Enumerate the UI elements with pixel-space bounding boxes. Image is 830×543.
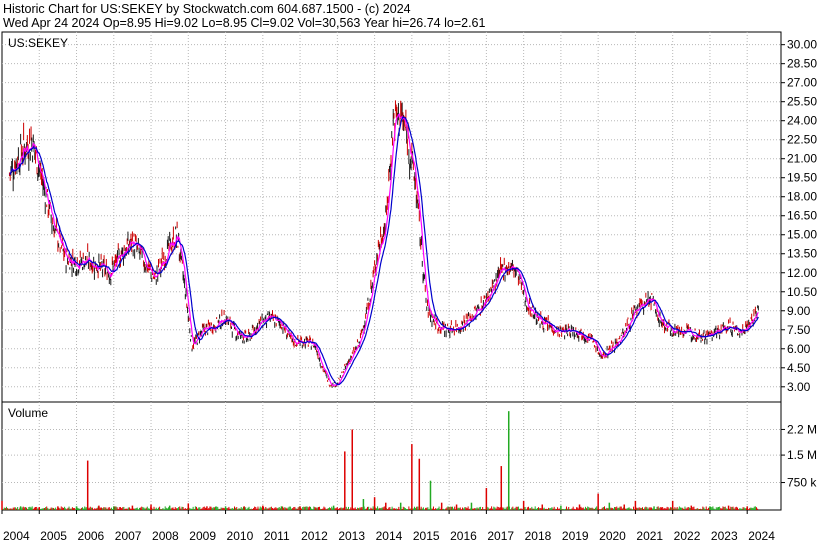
volume-panel-title: Volume [8, 406, 48, 420]
x-tick-label: 2006 [78, 529, 105, 543]
x-tick-label: 2024 [748, 529, 775, 543]
price-tick-label: 7.50 [787, 323, 811, 337]
volume-tick-label: 1.5 M [787, 448, 817, 462]
x-tick-label: 2022 [674, 529, 701, 543]
x-tick-label: 2008 [152, 529, 179, 543]
price-tick-label: 10.50 [787, 285, 817, 299]
price-tick-label: 16.50 [787, 209, 817, 223]
x-tick-label: 2020 [599, 529, 626, 543]
price-tick-label: 3.00 [787, 380, 811, 394]
price-tick-label: 15.00 [787, 228, 817, 242]
x-tick-label: 2014 [376, 529, 403, 543]
price-tick-label: 30.00 [787, 38, 817, 52]
x-tick-label: 2018 [525, 529, 552, 543]
price-tick-label: 4.50 [787, 361, 811, 375]
price-tick-label: 18.00 [787, 190, 817, 204]
x-tick-label: 2021 [636, 529, 663, 543]
price-tick-label: 12.00 [787, 266, 817, 280]
price-tick-label: 6.00 [787, 342, 811, 356]
price-panel-title: US:SEKEY [8, 36, 68, 50]
x-tick-label: 2017 [487, 529, 514, 543]
x-tick-label: 2012 [301, 529, 328, 543]
price-tick-label: 21.00 [787, 152, 817, 166]
price-tick-label: 24.00 [787, 114, 817, 128]
x-tick-label: 2016 [450, 529, 477, 543]
x-tick-label: 2013 [338, 529, 365, 543]
x-axis: 2004 2005 2006 2007 2008 2009 2010 2011 2012 2013… [1, 510, 775, 543]
x-tick-label: 2015 [413, 529, 440, 543]
x-tick-label: 2019 [562, 529, 589, 543]
price-tick-label: 27.00 [787, 76, 817, 90]
volume-tick-label: 750 k [787, 476, 817, 490]
x-tick-label: 2011 [264, 529, 290, 543]
price-tick-label: 13.50 [787, 247, 817, 261]
price-tick-label: 28.50 [787, 57, 817, 71]
price-tick-label: 22.50 [787, 133, 817, 147]
x-tick-label: 2007 [115, 529, 142, 543]
stock-chart: 30.00 28.50 27.00 25.50 24.00 22.50 21.00 19.50… [1, 31, 817, 543]
price-tick-label: 9.00 [787, 304, 811, 318]
price-tick-label: 19.50 [787, 171, 817, 185]
price-panel [1, 31, 782, 403]
volume-y-axis: 2.2 M 1.5 M 750 k [781, 422, 817, 490]
volume-panel [1, 401, 782, 511]
x-tick-label: 2010 [227, 529, 254, 543]
x-tick-label: 2004 [3, 529, 30, 543]
price-tick-label: 25.50 [787, 95, 817, 109]
x-tick-label: 2005 [40, 529, 67, 543]
x-tick-label: 2009 [189, 529, 216, 543]
volume-tick-label: 2.2 M [787, 422, 817, 436]
x-tick-label: 2023 [711, 529, 738, 543]
price-y-axis: 30.00 28.50 27.00 25.50 24.00 22.50 21.00 19.50… [781, 38, 817, 394]
